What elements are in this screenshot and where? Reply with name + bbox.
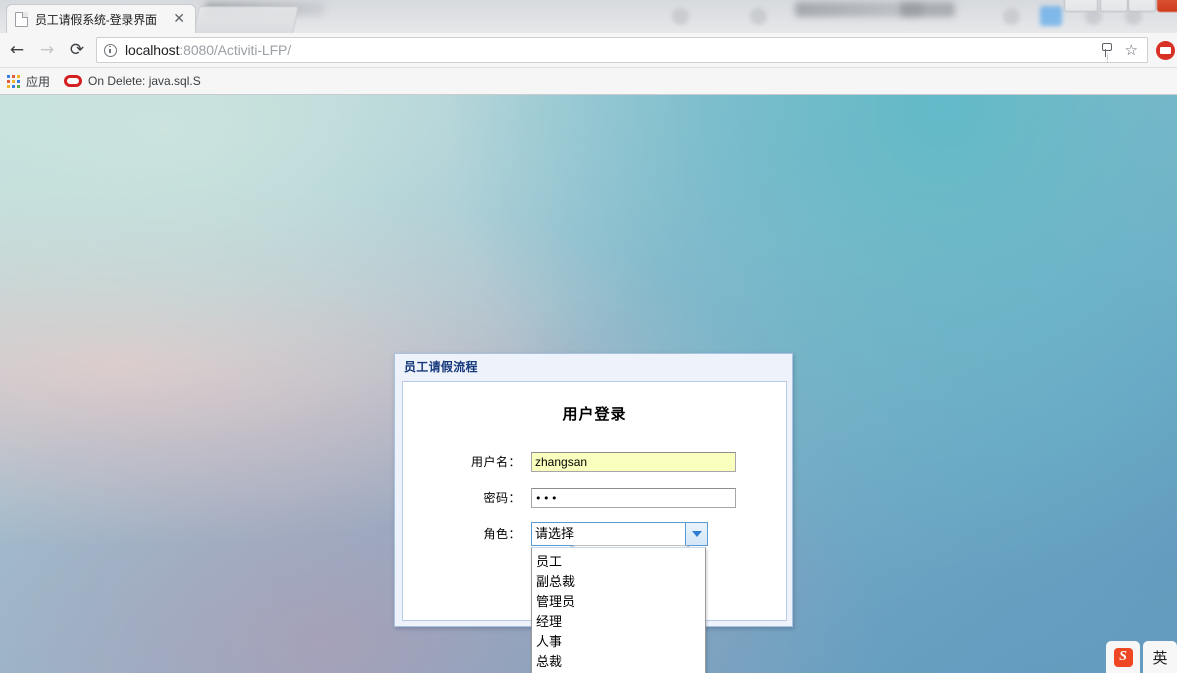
ime-indicator: S 英 — [1106, 641, 1177, 673]
omnibox-actions: ☆ — [1100, 42, 1140, 58]
reload-button[interactable]: ⟳ — [62, 35, 92, 65]
panel-body: 用户登录 用户名： 密码： ••• 角色： — [402, 381, 787, 673]
oracle-icon — [64, 75, 83, 87]
bookmark-apps-label[interactable]: 应用 — [26, 73, 50, 90]
page-viewport: 员工请假流程 用户登录 用户名： 密码： ••• 角色： — [0, 95, 1177, 673]
blurred-icon — [750, 8, 767, 25]
address-bar[interactable]: localhost:8080/Activiti-LFP/ ☆ — [96, 37, 1148, 63]
blurred-background-text — [900, 2, 955, 17]
password-masked-value: ••• — [535, 491, 559, 505]
extension-icon[interactable] — [1156, 40, 1175, 60]
screen: 员工请假系统-登录界面 ✕ ← → ⟳ localhost:8080/Activ… — [0, 0, 1177, 673]
login-panel: 员工请假流程 用户登录 用户名： 密码： ••• 角色： — [394, 353, 793, 673]
panel-header-title: 员工请假流程 — [404, 360, 478, 374]
role-select[interactable]: 请选择 — [531, 521, 708, 546]
username-label: 用户名： — [470, 455, 521, 469]
select-option[interactable]: 副总裁 — [532, 572, 705, 592]
window-close-button[interactable] — [1157, 0, 1177, 12]
select-option[interactable]: 人事 — [532, 632, 705, 652]
login-form: 用户名： 密码： ••• 角色： 请选择 — [403, 444, 786, 673]
select-option[interactable]: 管理员 — [532, 592, 705, 612]
ime-sogou-button[interactable]: S — [1106, 641, 1140, 673]
ime-mode-label: 英 — [1152, 649, 1168, 667]
star-icon[interactable]: ☆ — [1125, 42, 1138, 58]
address-bar-url: localhost:8080/Activiti-LFP/ — [125, 42, 291, 58]
role-select-value: 请选择 — [532, 522, 686, 545]
bookmark-item-on-delete[interactable]: On Delete: java.sql.S — [88, 74, 201, 88]
background-window-tab[interactable] — [193, 6, 299, 33]
apps-grid-icon[interactable] — [7, 74, 20, 88]
role-select-dropdown[interactable]: 员工 副总裁 管理员 经理 人事 总裁 总监 组长 — [531, 546, 706, 673]
form-row-role: 角色： 请选择 员工 副总裁 管理员 经理 人事 总裁 — [403, 516, 786, 673]
blurred-play-icon — [1040, 6, 1062, 26]
role-select-wrapper: 请选择 员工 副总裁 管理员 经理 人事 总裁 — [531, 521, 708, 673]
close-icon[interactable]: ✕ — [171, 12, 187, 26]
browser-tab-strip: 员工请假系统-登录界面 ✕ — [0, 0, 1177, 33]
password-label: 密码： — [483, 491, 521, 505]
form-row-password: 密码： ••• — [403, 480, 786, 515]
select-option[interactable]: 总裁 — [532, 652, 705, 672]
ime-mode-button[interactable]: 英 — [1143, 641, 1177, 673]
browser-tab[interactable]: 员工请假系统-登录界面 ✕ — [6, 4, 196, 33]
url-path: :8080/Activiti-LFP/ — [179, 42, 292, 58]
back-button[interactable]: ← — [2, 35, 32, 65]
bookmarks-bar: 应用 On Delete: java.sql.S — [0, 68, 1177, 95]
forward-button[interactable]: → — [32, 35, 62, 65]
page-title: 用户登录 — [562, 406, 627, 423]
page-icon — [15, 11, 28, 27]
chevron-down-icon[interactable] — [686, 522, 707, 545]
role-label: 角色： — [483, 527, 521, 541]
window-restore-button[interactable] — [1100, 0, 1128, 12]
key-icon[interactable] — [1100, 43, 1112, 57]
window-maximize-button[interactable] — [1128, 0, 1156, 12]
sogou-logo-icon: S — [1113, 647, 1133, 667]
form-row-username: 用户名： — [403, 444, 786, 479]
url-host: localhost — [125, 42, 180, 58]
window-minimize-button[interactable] — [1064, 0, 1098, 12]
username-input[interactable] — [531, 451, 736, 472]
select-option[interactable]: 经理 — [532, 612, 705, 632]
blurred-icon — [1003, 8, 1020, 25]
select-option[interactable]: 员工 — [532, 552, 705, 572]
browser-toolbar: ← → ⟳ localhost:8080/Activiti-LFP/ ☆ — [0, 33, 1177, 68]
browser-tab-title: 员工请假系统-登录界面 — [35, 12, 157, 27]
info-icon[interactable] — [104, 43, 117, 57]
blurred-icon — [672, 8, 689, 25]
password-input[interactable]: ••• — [531, 487, 736, 508]
